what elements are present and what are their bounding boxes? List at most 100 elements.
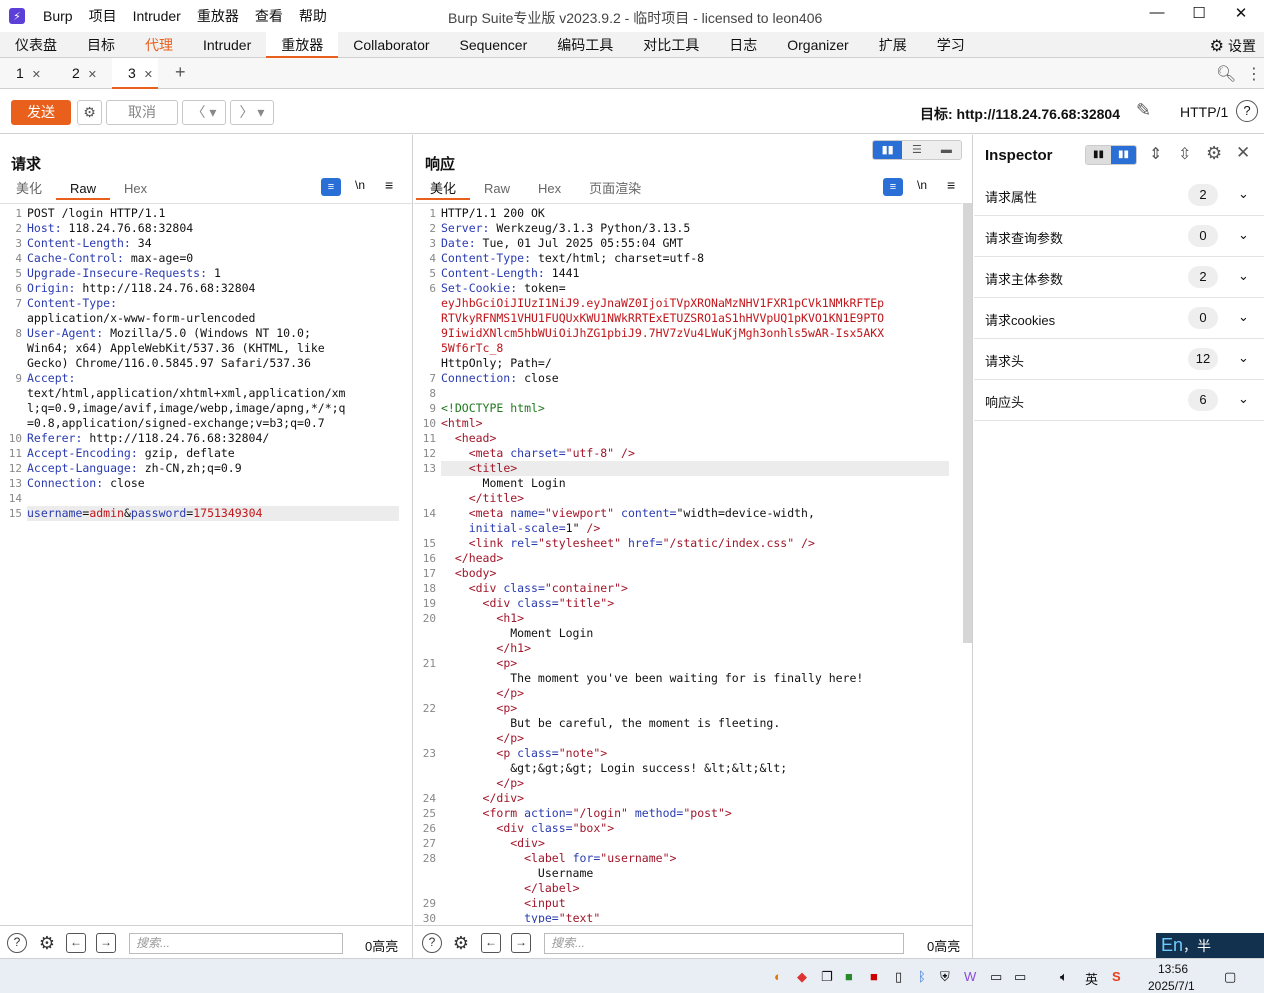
header-value: gzip, deflate — [137, 446, 235, 460]
edit-target-icon[interactable]: ✎ — [1136, 100, 1151, 121]
close-icon[interactable]: ✕ — [88, 69, 97, 81]
tab-pretty[interactable]: 美化 — [416, 178, 471, 200]
tab-intruder[interactable]: Intruder — [188, 32, 266, 58]
arrow-left-icon[interactable]: ← — [66, 933, 86, 953]
usb-icon[interactable]: ▯ — [895, 969, 902, 985]
tab-hex[interactable]: Hex — [110, 178, 161, 200]
request-editor[interactable]: 1 POST /login HTTP/1.1 2 Host: 118.24.76.68… — [0, 203, 412, 923]
tab-render[interactable]: 页面渲染 — [575, 178, 655, 200]
app-tray-icon[interactable]: ■ — [870, 969, 878, 984]
menu-icon[interactable]: ≡ — [947, 177, 955, 193]
cancel-button[interactable]: 取消 — [106, 100, 178, 125]
menu-help[interactable]: 帮助 — [291, 6, 335, 26]
split-horizontal-icon[interactable]: ▮▮ — [873, 141, 903, 159]
maximize-button[interactable]: ☐ — [1176, 4, 1222, 28]
tab-target[interactable]: 目标 — [72, 32, 130, 58]
repeater-tab-1[interactable]: 1 ✕ — [0, 58, 46, 89]
gear-icon[interactable]: ⚙ — [77, 100, 102, 125]
gear-icon[interactable]: ⚙ — [451, 933, 471, 953]
search-input[interactable]: 搜索... — [544, 933, 904, 954]
window-tray-icon[interactable]: ❐ — [821, 969, 833, 985]
menu-icon[interactable]: ≡ — [385, 177, 393, 193]
code-line: <p> — [441, 701, 517, 716]
gear-icon[interactable]: ⚙ — [1206, 143, 1222, 164]
arrow-right-icon[interactable]: → — [511, 933, 531, 953]
gear-icon[interactable]: ⚙ — [37, 933, 57, 953]
app-tray-icon[interactable]: ▭ — [990, 969, 1002, 985]
tab-extensions[interactable]: 扩展 — [864, 32, 922, 58]
bluetooth-icon[interactable]: ᛒ — [918, 969, 926, 984]
tab-decoder[interactable]: 编码工具 — [542, 32, 628, 58]
expand-all-icon[interactable]: ⇕ — [1149, 144, 1162, 164]
send-button[interactable]: 发送 — [11, 100, 71, 125]
add-tab-icon[interactable]: + — [175, 62, 186, 83]
section-request-cookies[interactable]: 请求cookies 0 ⌄ — [974, 298, 1264, 339]
section-response-headers[interactable]: 响应头 6 ⌄ — [974, 380, 1264, 421]
search-icon[interactable]: 🔍︎ — [1216, 64, 1236, 84]
split-vertical-icon[interactable]: ☰ — [902, 141, 932, 159]
help-icon[interactable]: ? — [422, 933, 442, 953]
response-viewer[interactable]: 1 HTTP/1.1 200 OK 2 Server: Werkzeug/3.1.3 … — [414, 203, 962, 923]
help-icon[interactable]: ? — [1236, 100, 1258, 122]
tab-collaborator[interactable]: Collaborator — [338, 32, 444, 58]
clock-date[interactable]: 2025/7/1 — [1148, 979, 1195, 993]
help-icon[interactable]: ? — [7, 933, 27, 953]
newline-toggle[interactable]: \n — [355, 178, 365, 192]
newline-toggle[interactable]: \n — [917, 178, 927, 192]
repeater-tab-3[interactable]: 3 ✕ — [112, 58, 158, 89]
back-history-button[interactable]: 〈 ▾ — [182, 100, 226, 125]
tab-raw[interactable]: Raw — [56, 178, 111, 200]
arrow-left-icon[interactable]: ← — [481, 933, 501, 953]
app-tray-icon[interactable]: ◆ — [797, 969, 807, 985]
tab-learn[interactable]: 学习 — [922, 32, 980, 58]
shield-icon[interactable]: ⛨ — [940, 969, 950, 985]
network-icon[interactable]: ▭ — [1014, 969, 1026, 985]
tab-sequencer[interactable]: Sequencer — [445, 32, 543, 58]
volume-icon[interactable]: 🔈︎ — [1060, 969, 1068, 985]
tab-comparer[interactable]: 对比工具 — [628, 32, 714, 58]
search-input[interactable]: 搜索... — [129, 933, 343, 954]
section-request-headers[interactable]: 请求头 12 ⌄ — [974, 339, 1264, 380]
close-icon[interactable]: ✕ — [1236, 143, 1250, 163]
tab-organizer[interactable]: Organizer — [772, 32, 863, 58]
tabs-layout-icon[interactable]: ▬ — [931, 141, 961, 159]
sogou-icon[interactable]: S — [1112, 969, 1121, 984]
wrap-icon[interactable]: ≡ — [321, 178, 341, 196]
menu-repeater[interactable]: 重放器 — [189, 6, 247, 26]
collapse-all-icon[interactable]: ⇳ — [1178, 144, 1191, 164]
http-version-button[interactable]: HTTP/1 — [1180, 104, 1228, 120]
layout-right-icon[interactable]: ▮▮ — [1111, 146, 1136, 164]
tab-logger[interactable]: 日志 — [714, 32, 772, 58]
tab-proxy[interactable]: 代理 — [130, 32, 188, 58]
close-icon[interactable]: ✕ — [144, 69, 153, 81]
scrollbar[interactable] — [963, 203, 972, 643]
clock-time[interactable]: 13:56 — [1158, 962, 1188, 976]
app-tray-icon[interactable]: ◐ — [774, 969, 782, 984]
section-query-params[interactable]: 请求查询参数 0 ⌄ — [974, 216, 1264, 257]
menu-project[interactable]: 项目 — [81, 6, 125, 26]
app-tray-icon[interactable]: W — [964, 969, 976, 984]
section-body-params[interactable]: 请求主体参数 2 ⌄ — [974, 257, 1264, 298]
layout-left-icon[interactable]: ▮▮ — [1086, 146, 1111, 164]
arrow-right-icon[interactable]: → — [96, 933, 116, 953]
close-button[interactable]: ✕ — [1218, 4, 1264, 28]
more-icon[interactable]: ⋮ — [1246, 64, 1262, 84]
section-request-attributes[interactable]: 请求属性 2 ⌄ — [974, 175, 1264, 216]
tab-repeater[interactable]: 重放器 — [266, 31, 339, 58]
tab-pretty[interactable]: 美化 — [2, 178, 56, 200]
settings-button[interactable]: ⚙ 设置 — [1210, 36, 1256, 56]
close-icon[interactable]: ✕ — [32, 69, 41, 81]
repeater-tab-2[interactable]: 2 ✕ — [56, 58, 102, 89]
tab-dashboard[interactable]: 仪表盘 — [0, 32, 72, 58]
wrap-icon[interactable]: ≡ — [883, 178, 903, 196]
minimize-button[interactable]: — — [1134, 4, 1180, 28]
input-language[interactable]: 英 — [1085, 969, 1098, 988]
tab-raw[interactable]: Raw — [470, 178, 524, 200]
app-tray-icon[interactable]: ■ — [845, 969, 853, 984]
notification-icon[interactable]: ▢ — [1224, 969, 1236, 985]
menu-view[interactable]: 查看 — [247, 6, 291, 26]
tab-hex[interactable]: Hex — [524, 178, 575, 200]
forward-history-button[interactable]: 〉 ▾ — [230, 100, 274, 125]
menu-intruder[interactable]: Intruder — [125, 8, 189, 24]
ime-indicator[interactable]: En，半 — [1156, 933, 1264, 958]
